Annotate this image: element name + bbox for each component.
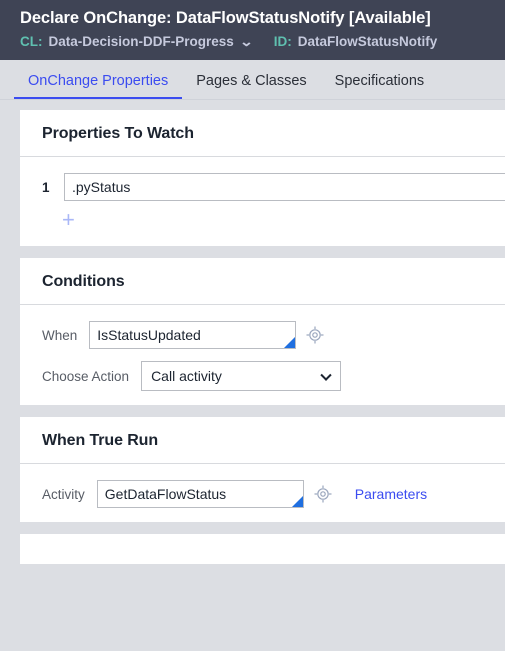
when-autocomplete: IsStatusUpdated xyxy=(89,321,297,349)
activity-autocomplete: GetDataFlowStatus xyxy=(96,480,304,508)
add-property-row: + xyxy=(42,205,505,232)
conditions-body: When IsStatusUpdated Choose Action Call … xyxy=(20,305,505,405)
page-title: Declare OnChange: DataFlowStatusNotify [… xyxy=(0,6,505,30)
when-true-run-card: When True Run Activity GetDataFlowStatus xyxy=(20,417,505,522)
header-metadata: CL: Data-Decision-DDF-Progress ⌄ ID: Dat… xyxy=(0,30,505,52)
id-value: DataFlowStatusNotify xyxy=(297,34,438,49)
plus-icon[interactable]: + xyxy=(62,209,75,231)
page-title-status: [Available] xyxy=(344,9,431,27)
page-title-name: DataFlowStatusNotify xyxy=(175,9,345,27)
crosshair-target-icon[interactable] xyxy=(313,484,333,504)
conditions-card: Conditions When IsStatusUpdated Choose A… xyxy=(20,258,505,405)
activity-field-row: Activity GetDataFlowStatus Parameters xyxy=(42,480,505,508)
class-label: CL: xyxy=(20,34,43,49)
tab-onchange-properties[interactable]: OnChange Properties xyxy=(14,72,183,99)
when-input[interactable]: IsStatusUpdated xyxy=(89,321,297,349)
main-content: Properties To Watch 1 .pyStatus + Condit… xyxy=(0,100,505,651)
conditions-title: Conditions xyxy=(20,258,505,305)
tab-specifications[interactable]: Specifications xyxy=(321,72,438,99)
property-name-input[interactable]: .pyStatus xyxy=(64,173,505,201)
properties-to-watch-body: 1 .pyStatus + xyxy=(20,157,505,246)
choose-action-select[interactable]: Call activity xyxy=(141,361,342,391)
property-row: 1 .pyStatus xyxy=(42,173,505,201)
page-title-prefix: Declare OnChange: xyxy=(20,9,176,27)
properties-to-watch-card: Properties To Watch 1 .pyStatus + xyxy=(20,110,505,246)
choose-action-field-row: Choose Action Call activity xyxy=(42,361,505,391)
when-true-run-body: Activity GetDataFlowStatus Parameters xyxy=(20,464,505,522)
activity-label: Activity xyxy=(42,486,85,502)
when-field-row: When IsStatusUpdated xyxy=(42,321,505,349)
choose-action-value: Call activity xyxy=(151,368,222,384)
property-row-index: 1 xyxy=(42,179,50,195)
when-true-run-title: When True Run xyxy=(20,417,505,464)
crosshair-target-icon[interactable] xyxy=(305,325,325,345)
class-value: Data-Decision-DDF-Progress xyxy=(48,34,234,49)
chevron-down-icon[interactable]: ⌄ xyxy=(239,32,253,52)
next-section-card-partial xyxy=(20,534,505,564)
tab-bar: OnChange Properties Pages & Classes Spec… xyxy=(0,60,505,100)
activity-input[interactable]: GetDataFlowStatus xyxy=(96,480,304,508)
properties-to-watch-title: Properties To Watch xyxy=(20,110,505,157)
window-header: Declare OnChange: DataFlowStatusNotify [… xyxy=(0,0,505,60)
when-label: When xyxy=(42,327,78,343)
choose-action-label: Choose Action xyxy=(42,368,130,384)
tab-pages-and-classes[interactable]: Pages & Classes xyxy=(182,72,320,99)
parameters-link[interactable]: Parameters xyxy=(355,486,427,502)
id-label: ID: xyxy=(273,34,292,49)
